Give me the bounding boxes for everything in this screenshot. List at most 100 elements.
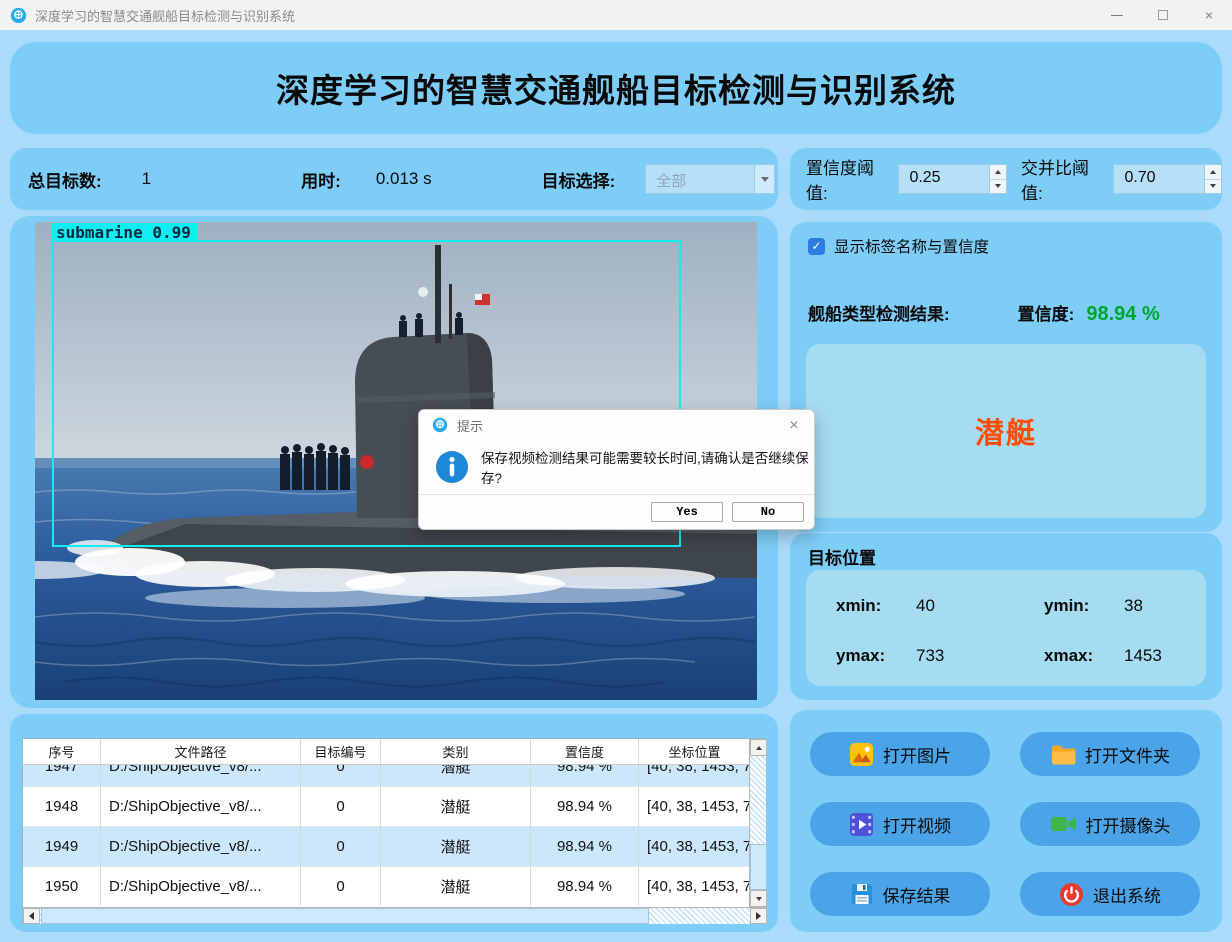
cell-conf: 98.94 %	[531, 765, 639, 787]
table-row[interactable]: 1947 D:/ShipObjective_v8/... 0 潜艇 98.94 …	[23, 765, 750, 787]
conf-threshold-value: 0.25	[899, 165, 989, 193]
dropdown-arrow-button[interactable]	[754, 165, 774, 193]
cell-id: 0	[301, 827, 381, 867]
iou-threshold-spinbox[interactable]: 0.70	[1113, 164, 1222, 194]
open-camera-label: 打开摄像头	[1086, 812, 1171, 837]
spinner-up-icon	[995, 170, 1001, 174]
dialog-close-button[interactable]: ×	[784, 416, 804, 436]
table-row[interactable]: 1950 D:/ShipObjective_v8/... 0 潜艇 98.94 …	[23, 867, 750, 906]
close-icon: ×	[789, 417, 798, 434]
cell-coord: [40, 38, 1453, 733]	[639, 827, 750, 867]
dialog-titlebar: 提示 ×	[419, 410, 814, 440]
ymax-label: ymax:	[836, 646, 885, 666]
cell-seq: 1948	[23, 787, 101, 827]
conf-spin-down-button[interactable]	[990, 180, 1006, 194]
cell-path: D:/ShipObjective_v8/...	[101, 765, 301, 787]
open-camera-button[interactable]: 打开摄像头	[1020, 802, 1200, 846]
col-header-id[interactable]: 目标编号	[301, 739, 381, 764]
cell-class: 潜艇	[381, 787, 531, 827]
confidence-value: 98.94 %	[1086, 303, 1159, 326]
cell-id: 0	[301, 867, 381, 906]
close-button[interactable]: ×	[1186, 0, 1232, 30]
target-select-dropdown[interactable]: 全部	[645, 164, 775, 194]
table-row[interactable]: 1948 D:/ShipObjective_v8/... 0 潜艇 98.94 …	[23, 787, 750, 827]
col-header-class[interactable]: 类别	[381, 739, 531, 764]
cell-id: 0	[301, 787, 381, 827]
yes-button[interactable]: Yes	[651, 502, 723, 522]
page-title: 深度学习的智慧交通舰船目标检测与识别系统	[276, 64, 956, 112]
scroll-left-button[interactable]	[23, 908, 40, 924]
class-name: 潜艇	[975, 410, 1037, 452]
iou-spin-down-button[interactable]	[1205, 180, 1221, 194]
target-position-panel: 目标位置 xmin: 40 ymin: 38 ymax: 733 xmax: 1…	[790, 533, 1222, 700]
open-image-label: 打开图片	[883, 742, 951, 767]
save-icon	[850, 882, 874, 906]
detection-result-panel: ✓ 显示标签名称与置信度 舰船类型检测结果: 置信度: 98.94 % 潜艇	[790, 222, 1222, 532]
header-banner: 深度学习的智慧交通舰船目标检测与识别系统	[10, 42, 1222, 134]
exit-system-label: 退出系统	[1093, 882, 1161, 907]
iou-spin-up-button[interactable]	[1205, 165, 1221, 180]
xmax-value: 1453	[1124, 646, 1162, 666]
col-header-path[interactable]: 文件路径	[101, 739, 301, 764]
save-result-label: 保存结果	[883, 882, 951, 907]
scroll-down-button[interactable]	[750, 890, 767, 907]
conf-spin-up-button[interactable]	[990, 165, 1006, 180]
dialog-footer: Yes No	[419, 494, 814, 529]
table-row[interactable]: 1949 D:/ShipObjective_v8/... 0 潜艇 98.94 …	[23, 827, 750, 867]
spinner-down-icon	[1210, 184, 1216, 188]
folder-icon	[1050, 742, 1076, 766]
show-labels-label: 显示标签名称与置信度	[834, 235, 989, 257]
stats-bar: 总目标数: 1 用时: 0.013 s 目标选择: 全部	[10, 148, 778, 210]
target-position-title: 目标位置	[808, 544, 876, 569]
open-folder-button[interactable]: 打开文件夹	[1020, 732, 1200, 776]
maximize-button[interactable]	[1140, 0, 1186, 30]
cell-coord: [40, 38, 1453, 733]	[639, 765, 750, 787]
horizontal-scrollbar[interactable]	[23, 907, 767, 924]
open-image-button[interactable]: 打开图片	[810, 732, 990, 776]
cell-seq: 1947	[23, 765, 101, 787]
vertical-scrollbar[interactable]	[749, 739, 766, 907]
scroll-right-icon	[756, 912, 761, 920]
total-targets-label: 总目标数:	[28, 167, 102, 192]
scroll-up-button[interactable]	[750, 739, 767, 756]
results-table: 序号 文件路径 目标编号 类别 置信度 坐标位置 1947 D:/ShipObj…	[22, 738, 766, 923]
image-icon	[849, 742, 874, 767]
scroll-right-button[interactable]	[750, 908, 767, 924]
cell-class: 潜艇	[381, 765, 531, 787]
confirm-dialog: 提示 × 保存视频检测结果可能需要较长时间,请确认是否继续保存? Yes No	[418, 409, 815, 530]
power-icon	[1059, 882, 1084, 907]
exit-system-button[interactable]: 退出系统	[1020, 872, 1200, 916]
cell-conf: 98.94 %	[531, 867, 639, 906]
conf-threshold-spinbox[interactable]: 0.25	[898, 164, 1007, 194]
thresholds-bar: 置信度阈值: 0.25 交并比阈值: 0.70	[790, 148, 1222, 210]
bbox-label: submarine 0.99	[52, 223, 197, 242]
window-titlebar: 深度学习的智慧交通舰船目标检测与识别系统 ×	[0, 0, 1232, 30]
cell-class: 潜艇	[381, 867, 531, 906]
horizontal-scroll-thumb[interactable]	[41, 908, 649, 924]
col-header-conf[interactable]: 置信度	[531, 739, 639, 764]
col-header-seq[interactable]: 序号	[23, 739, 101, 764]
show-labels-checkbox[interactable]: ✓	[808, 238, 825, 255]
scroll-left-icon	[29, 912, 34, 920]
col-header-coord[interactable]: 坐标位置	[639, 739, 750, 764]
maximize-icon	[1158, 10, 1168, 20]
video-icon	[849, 812, 874, 837]
cell-path: D:/ShipObjective_v8/...	[101, 827, 301, 867]
open-video-button[interactable]: 打开视频	[810, 802, 990, 846]
app-icon	[10, 7, 27, 24]
minimize-button[interactable]	[1094, 0, 1140, 30]
confidence-label: 置信度:	[1018, 300, 1075, 325]
window-title: 深度学习的智慧交通舰船目标检测与识别系统	[35, 6, 295, 25]
save-result-button[interactable]: 保存结果	[810, 872, 990, 916]
open-folder-label: 打开文件夹	[1085, 742, 1170, 767]
ymax-value: 733	[916, 646, 944, 666]
cell-seq: 1950	[23, 867, 101, 906]
cell-coord: [40, 38, 1453, 733]	[639, 867, 750, 906]
cell-conf: 98.94 %	[531, 827, 639, 867]
cell-id: 0	[301, 765, 381, 787]
no-button[interactable]: No	[732, 502, 804, 522]
iou-threshold-label: 交并比阈值:	[1021, 154, 1103, 204]
ymin-label: ymin:	[1044, 596, 1089, 616]
conf-threshold-label: 置信度阈值:	[806, 154, 888, 204]
vertical-scroll-thumb[interactable]	[750, 844, 767, 890]
